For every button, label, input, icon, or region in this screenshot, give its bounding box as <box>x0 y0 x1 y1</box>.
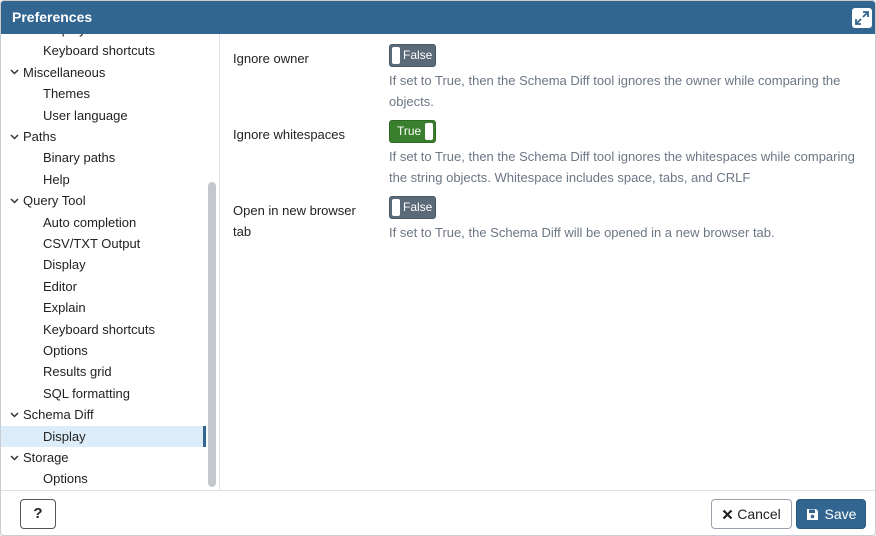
tree-item[interactable]: Binary paths <box>1 147 206 168</box>
tree-item[interactable]: User language <box>1 105 206 126</box>
chevron-down-icon[interactable] <box>8 62 20 83</box>
preferences-dialog: Preferences Options Storage Display Schema … <box>0 0 876 536</box>
tree-item[interactable]: Results grid <box>1 361 206 382</box>
tree-group[interactable]: Storage <box>1 447 206 468</box>
dialog-title: Preferences <box>12 9 93 25</box>
tree-group[interactable]: Miscellaneous <box>1 62 206 83</box>
tree-item-label: Miscellaneous <box>23 64 106 80</box>
chevron-down-icon[interactable] <box>8 447 20 468</box>
tree-group[interactable]: Paths <box>1 126 206 147</box>
tree-item-label: Keyboard shortcuts <box>43 43 156 59</box>
tree-item-label: Query Tool <box>23 193 86 209</box>
toggle-state: False <box>403 48 433 62</box>
tree-item-label: Display <box>43 257 86 273</box>
toggle-state: False <box>403 200 433 214</box>
tree-item-label: Paths <box>23 129 57 144</box>
maximize-button[interactable] <box>852 8 872 28</box>
titlebar[interactable]: Preferences <box>1 1 875 34</box>
tree-item-label: Auto completion <box>43 214 137 230</box>
tree-item-label: Help <box>43 171 70 187</box>
preferences-content: Ignore owner False If set to True, then … <box>221 34 875 490</box>
tree-item-label: Results grid <box>43 364 112 380</box>
close-icon <box>722 509 733 519</box>
preferences-tree: Options Storage Display Schema Diff SQL form… <box>1 34 220 490</box>
ignore-owner-label: Ignore owner <box>233 51 309 66</box>
ignore-owner-help: If set to True, then the Schema Diff too… <box>389 73 841 109</box>
help-button[interactable]: ? <box>20 499 56 529</box>
toggle-knob <box>392 199 400 216</box>
tree-group[interactable]: Schema Diff <box>1 404 206 425</box>
tree-item-label: Explain <box>43 300 86 316</box>
ignore-whitespaces-toggle[interactable]: True <box>389 120 436 143</box>
tree-item-label: Options <box>43 343 88 358</box>
save-label: Save <box>824 506 857 522</box>
toggle-knob <box>392 47 400 64</box>
tree-item[interactable]: Themes <box>1 83 206 104</box>
tree-item[interactable]: Keyboard shortcuts <box>1 319 206 340</box>
open-new-tab-toggle[interactable]: False <box>389 196 436 219</box>
tree-item-label: SQL formatting <box>43 385 130 401</box>
floppy-disk-icon <box>806 508 818 520</box>
tree-item-label: Display <box>43 34 86 37</box>
tree-item[interactable]: Options <box>1 340 206 361</box>
tree-item[interactable]: Explain <box>1 297 206 318</box>
tree-item-label: Editor <box>43 278 77 294</box>
ignore-whitespaces-help: If set to True, then the Schema Diff too… <box>389 149 855 185</box>
tree-item-label: Keyboard shortcuts <box>43 321 156 337</box>
tree-item-label: Options <box>43 471 88 487</box>
tree-item[interactable]: Display <box>1 425 206 447</box>
tree-item[interactable]: Help <box>1 169 206 190</box>
cancel-button[interactable]: Cancel <box>711 499 792 529</box>
open-new-tab-help: If set to True, the Schema Diff will be … <box>389 225 775 240</box>
tree-item[interactable]: SQL formatting <box>1 383 206 404</box>
chevron-down-icon[interactable] <box>8 126 20 147</box>
expand-icon <box>855 11 869 25</box>
cancel-label: Cancel <box>737 506 781 522</box>
tree-item[interactable]: Auto completion <box>1 212 206 233</box>
tree-item[interactable]: Display <box>1 254 206 275</box>
tree-item-label: Binary paths <box>43 150 116 166</box>
tree-item-label: Themes <box>43 86 90 102</box>
tree-item[interactable]: CSV/TXT Output <box>1 233 206 254</box>
tree-item[interactable]: Keyboard shortcuts <box>1 40 206 61</box>
tree-item-label: User language <box>43 107 128 123</box>
tree-item-label: CSV/TXT Output <box>43 236 141 251</box>
tree-item-label: Storage <box>23 450 69 465</box>
save-button[interactable]: Save <box>796 499 866 529</box>
tree-item-label: Schema Diff <box>23 407 94 423</box>
tree-item-label: Display <box>43 428 86 444</box>
tree-item[interactable]: Editor <box>1 276 206 297</box>
tree-scrollbar-thumb[interactable] <box>208 182 216 487</box>
chevron-down-icon[interactable] <box>8 190 20 211</box>
toggle-state: True <box>397 124 422 138</box>
tree-group[interactable]: Query Tool <box>1 190 206 211</box>
tree-item[interactable]: Display <box>1 34 206 40</box>
toggle-knob <box>425 123 433 140</box>
ignore-owner-toggle[interactable]: False <box>389 44 436 67</box>
ignore-whitespaces-label: Ignore whitespaces <box>233 127 346 142</box>
open-new-tab-label: Open in new browser tab <box>233 203 356 239</box>
chevron-down-icon[interactable] <box>8 404 20 425</box>
tree-item[interactable]: Options <box>1 468 206 489</box>
dialog-footer: ? Cancel Save <box>1 490 875 535</box>
